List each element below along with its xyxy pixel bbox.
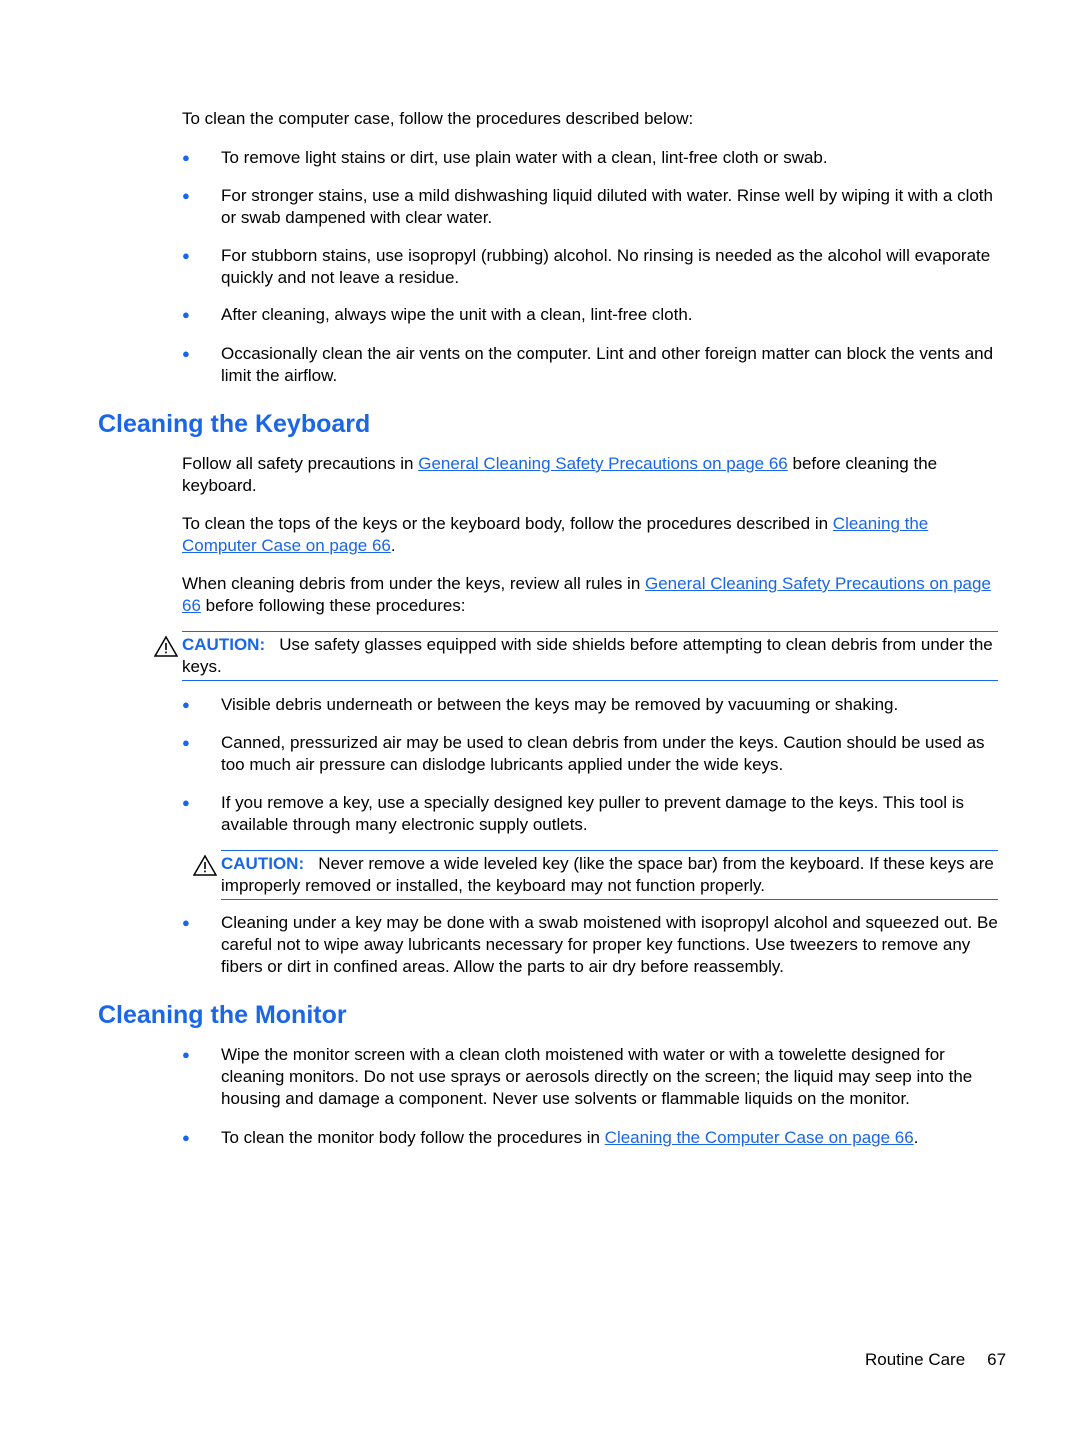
section-heading-monitor: Cleaning the Monitor <box>98 1001 347 1029</box>
document-page: To clean the computer case, follow the p… <box>98 109 1007 1371</box>
caution-box: CAUTION: Never remove a wide leveled key… <box>193 850 998 900</box>
keyboard-paragraph-3: When cleaning debris from under the keys… <box>182 574 991 615</box>
bullet-icon: ● <box>182 1130 190 1145</box>
bullet-icon: ● <box>182 307 190 322</box>
warning-icon <box>154 635 178 657</box>
footer-section-title: Routine Care <box>865 1350 966 1369</box>
link-general-cleaning-safety[interactable]: General Cleaning Safety Precautions on p… <box>418 454 788 473</box>
bullet-icon: ● <box>182 795 190 810</box>
keyboard-paragraph-1: Follow all safety precautions in General… <box>182 454 938 495</box>
bullet-icon: ● <box>182 915 190 930</box>
warning-icon <box>193 854 217 876</box>
bullet-icon: ● <box>182 697 190 712</box>
bullet-icon: ● <box>182 150 190 165</box>
keyboard-paragraph-2: To clean the tops of the keys or the key… <box>182 514 929 555</box>
page-number: 67 <box>987 1350 1007 1369</box>
caution-label: CAUTION: <box>182 635 266 654</box>
bullet-icon: ● <box>182 248 190 263</box>
caution-box: CAUTION: Use safety glasses equipped wit… <box>154 631 998 681</box>
bullet-icon: ● <box>182 735 190 750</box>
caution-text: Never remove a wide leveled key (like th… <box>221 854 994 895</box>
caution-text: Use safety glasses equipped with side sh… <box>182 635 993 676</box>
bullet-icon: ● <box>182 1047 190 1062</box>
bullet-icon: ● <box>182 188 190 203</box>
link-cleaning-computer-case[interactable]: Cleaning the Computer Case on page 66 <box>605 1128 914 1147</box>
section-heading-keyboard: Cleaning the Keyboard <box>98 410 371 438</box>
caution-label: CAUTION: <box>221 854 305 873</box>
page-footer: Routine Care 67 <box>865 1349 1006 1371</box>
bullet-icon: ● <box>182 346 190 361</box>
intro-text: To clean the computer case, follow the p… <box>182 109 694 128</box>
